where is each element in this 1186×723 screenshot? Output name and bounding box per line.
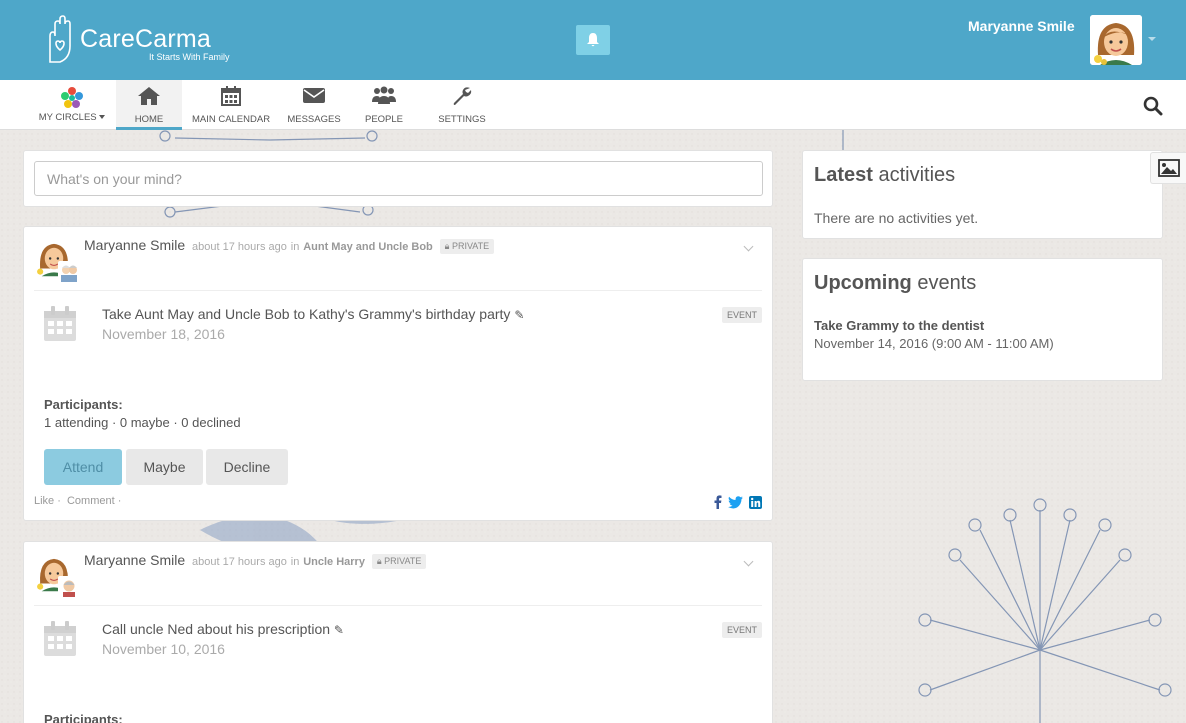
hand-heart-logo-icon bbox=[49, 15, 71, 63]
calendar-icon bbox=[221, 86, 241, 106]
lock-icon: 🔒︎ bbox=[444, 241, 450, 251]
upcoming-events-title: Upcoming events bbox=[814, 272, 977, 294]
post-menu-chevron-icon[interactable] bbox=[743, 241, 754, 252]
search-button[interactable] bbox=[1143, 96, 1163, 119]
attend-button[interactable]: Attend bbox=[44, 449, 122, 485]
nav-messages-label: MESSAGES bbox=[287, 114, 341, 125]
image-icon bbox=[1157, 159, 1180, 177]
post-divider bbox=[34, 605, 762, 606]
post-divider bbox=[34, 290, 762, 291]
maybe-button[interactable]: Maybe bbox=[126, 449, 203, 485]
nav-messages[interactable]: MESSAGES bbox=[284, 80, 344, 130]
carecarma-logo[interactable]: CareCarma It Starts With Family bbox=[44, 14, 254, 66]
nav-home[interactable]: HOME bbox=[116, 80, 182, 130]
facebook-icon[interactable] bbox=[714, 495, 722, 509]
lock-icon: 🔒︎ bbox=[376, 556, 382, 566]
participants-counts[interactable]: 1 attending · 0 maybe · 0 declined bbox=[44, 415, 241, 430]
envelope-icon bbox=[303, 88, 325, 103]
event-calendar-icon bbox=[44, 306, 76, 341]
user-menu-caret-icon[interactable] bbox=[1148, 37, 1156, 41]
event-badge: EVENT bbox=[721, 622, 762, 638]
avatar[interactable] bbox=[1090, 15, 1142, 65]
event-date: November 18, 2016 bbox=[102, 326, 225, 342]
brand-tagline: It Starts With Family bbox=[149, 52, 230, 62]
comment-link[interactable]: Comment · bbox=[67, 495, 121, 507]
people-icon bbox=[372, 86, 396, 104]
circles-icon bbox=[61, 87, 83, 108]
post-circle-link[interactable]: Uncle Harry bbox=[303, 556, 365, 568]
chevron-down-icon bbox=[99, 115, 106, 119]
nav-home-label: HOME bbox=[134, 114, 164, 125]
pencil-icon[interactable]: ✎ bbox=[334, 623, 344, 637]
background-image-button[interactable] bbox=[1150, 152, 1186, 184]
search-icon bbox=[1143, 96, 1163, 116]
latest-activities-panel: Latest activities There are no activitie… bbox=[802, 150, 1163, 239]
upcoming-event-date: November 14, 2016 (9:00 AM - 11:00 AM) bbox=[814, 336, 1054, 351]
participants-label: Participants: bbox=[44, 712, 123, 723]
no-activities-text: There are no activities yet. bbox=[814, 210, 979, 226]
nav-settings-label: SETTINGS bbox=[438, 114, 486, 125]
post-header: Maryanne Smile about 17 hours ago in Unc… bbox=[84, 552, 427, 569]
event-badge: EVENT bbox=[721, 307, 762, 323]
couple-avatar-illustration bbox=[59, 262, 79, 282]
event-title[interactable]: Call uncle Ned about his prescription ✎ bbox=[102, 621, 344, 637]
nav-people[interactable]: PEOPLE bbox=[356, 80, 412, 130]
upcoming-events-panel: Upcoming events Take Grammy to the denti… bbox=[802, 258, 1163, 381]
whats-on-your-mind-input[interactable] bbox=[34, 161, 763, 196]
activity-post: Maryanne Smile about 17 hours ago in Aun… bbox=[23, 226, 773, 521]
nav-main-calendar[interactable]: MAIN CALENDAR bbox=[188, 80, 274, 130]
post-in-label: in bbox=[290, 556, 300, 568]
avatar-illustration bbox=[1090, 15, 1142, 65]
nav-my-circles[interactable]: MY CIRCLES bbox=[30, 80, 114, 130]
man-avatar-illustration bbox=[59, 577, 79, 597]
nav-settings[interactable]: SETTINGS bbox=[432, 80, 492, 130]
user-name[interactable]: Maryanne Smile bbox=[968, 18, 1075, 34]
wrench-icon bbox=[453, 87, 472, 105]
brand-name: CareCarma bbox=[80, 25, 211, 53]
latest-activities-title: Latest activities bbox=[814, 164, 956, 186]
home-icon bbox=[138, 87, 160, 105]
privacy-badge: 🔒︎ PRIVATE bbox=[439, 239, 495, 254]
event-calendar-icon bbox=[44, 621, 76, 656]
post-author[interactable]: Maryanne Smile bbox=[84, 237, 185, 253]
post-menu-chevron-icon[interactable] bbox=[743, 556, 754, 567]
post-avatars[interactable] bbox=[34, 237, 80, 283]
post-circle-link[interactable]: Aunt May and Uncle Bob bbox=[303, 241, 433, 253]
main-nav: MY CIRCLES HOME MAIN CALENDAR MESSAGES P… bbox=[0, 80, 1186, 130]
share-links bbox=[714, 495, 762, 509]
notifications-button[interactable] bbox=[576, 25, 610, 55]
circle-avatar[interactable] bbox=[58, 576, 80, 598]
bell-icon bbox=[587, 33, 599, 47]
nav-people-label: PEOPLE bbox=[364, 114, 404, 125]
post-header: Maryanne Smile about 17 hours ago in Aun… bbox=[84, 237, 495, 254]
privacy-badge: 🔒︎ PRIVATE bbox=[371, 554, 427, 569]
nav-my-circles-label: MY CIRCLES bbox=[30, 112, 114, 123]
twitter-icon[interactable] bbox=[728, 495, 743, 509]
activity-post: Maryanne Smile about 17 hours ago in Unc… bbox=[23, 541, 773, 723]
post-time[interactable]: about 17 hours ago bbox=[192, 556, 287, 568]
top-bar: CareCarma It Starts With Family Maryanne… bbox=[0, 0, 1186, 80]
decline-button[interactable]: Decline bbox=[206, 449, 288, 485]
like-link[interactable]: Like · bbox=[34, 495, 61, 507]
participants-label: Participants: bbox=[44, 397, 123, 412]
post-actions: Like · Comment · bbox=[34, 495, 124, 507]
linkedin-icon[interactable] bbox=[749, 495, 762, 509]
circle-avatar[interactable] bbox=[58, 261, 80, 283]
post-in-label: in bbox=[290, 241, 300, 253]
event-date: November 10, 2016 bbox=[102, 641, 225, 657]
upcoming-event-title[interactable]: Take Grammy to the dentist bbox=[814, 318, 984, 333]
post-author[interactable]: Maryanne Smile bbox=[84, 552, 185, 568]
post-time[interactable]: about 17 hours ago bbox=[192, 241, 287, 253]
post-avatars[interactable] bbox=[34, 552, 80, 598]
event-title[interactable]: Take Aunt May and Uncle Bob to Kathy's G… bbox=[102, 306, 524, 322]
pencil-icon[interactable]: ✎ bbox=[514, 308, 524, 322]
nav-main-calendar-label: MAIN CALENDAR bbox=[191, 114, 271, 125]
post-composer bbox=[23, 150, 773, 207]
